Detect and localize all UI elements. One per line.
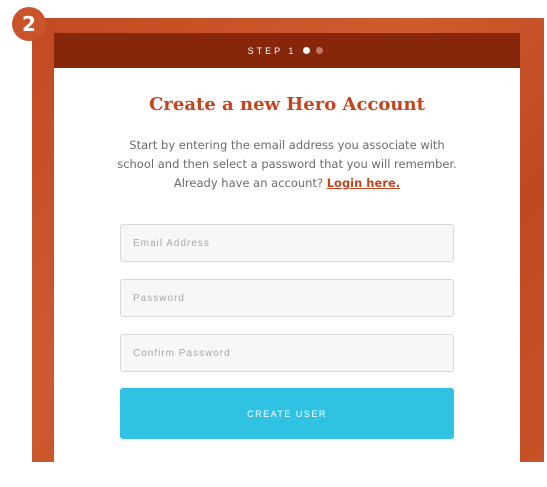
signup-card: Create a new Hero Account Start by enter… — [54, 68, 520, 474]
step-indicator-bar: STEP 1 — [54, 33, 520, 68]
step-label: STEP 1 — [247, 45, 297, 56]
confirm-password-field[interactable] — [120, 334, 454, 372]
form-description: Start by entering the email address you … — [114, 136, 460, 193]
form-title: Create a new Hero Account — [149, 94, 425, 115]
password-field[interactable] — [120, 279, 454, 317]
step-dot-inactive — [316, 47, 324, 54]
create-user-button[interactable]: CREATE USER — [120, 388, 454, 439]
step-number-badge: 2 — [12, 7, 46, 41]
step-dots — [300, 47, 326, 54]
step-dot-active — [303, 47, 311, 54]
description-text: Start by entering the email address you … — [117, 138, 457, 190]
email-field[interactable] — [120, 224, 454, 262]
login-link[interactable]: Login here. — [327, 176, 400, 190]
